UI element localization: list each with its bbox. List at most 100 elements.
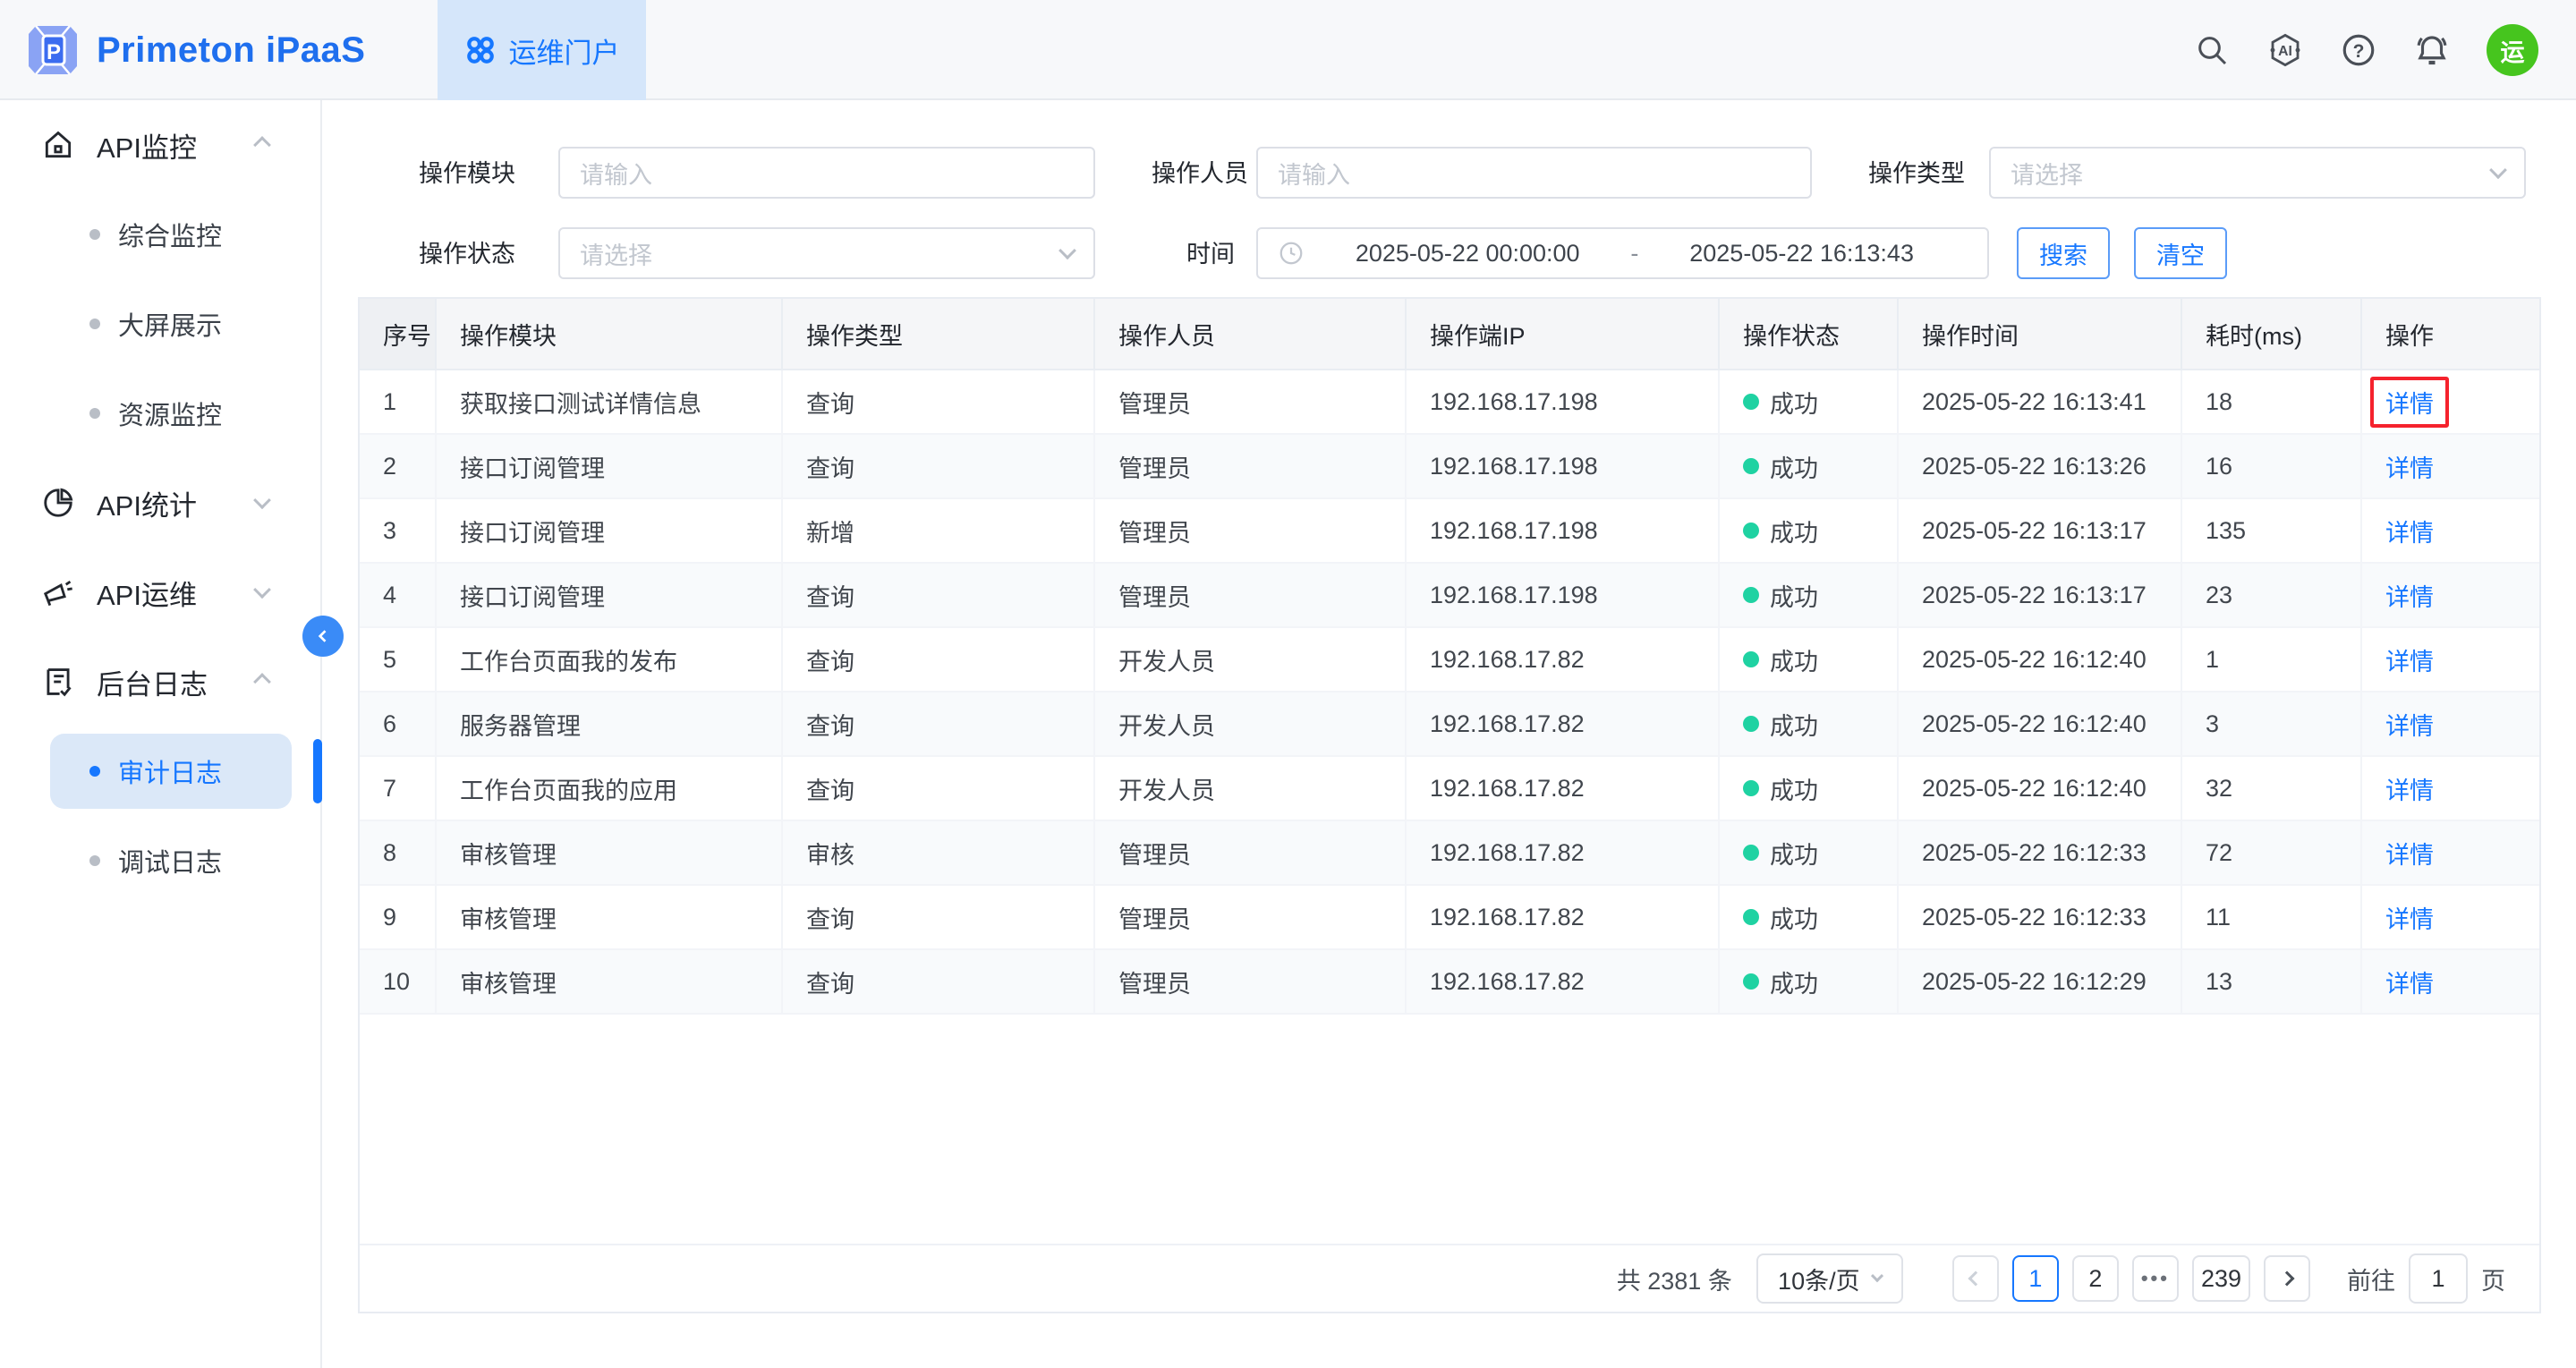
- goto-page-input[interactable]: [2409, 1253, 2468, 1304]
- detail-link[interactable]: 详情: [2385, 385, 2434, 420]
- cell-time: 2025-05-22 16:13:17: [1899, 564, 2182, 626]
- sidebar-item-audit-log[interactable]: 审计日志: [0, 726, 320, 816]
- time-end-value[interactable]: 2025-05-22 16:13:43: [1689, 240, 1914, 268]
- prev-page-button[interactable]: [1952, 1255, 1999, 1302]
- cell-module: 工作台页面我的应用: [437, 757, 783, 820]
- page-button-1[interactable]: 1: [2012, 1255, 2059, 1302]
- filter-module-input[interactable]: 请输入: [558, 147, 1095, 199]
- status-dot-icon: [1743, 523, 1759, 539]
- pie-chart-icon: [41, 486, 75, 520]
- cell-operator: 管理员: [1095, 435, 1407, 497]
- bell-icon[interactable]: [2413, 31, 2451, 69]
- sidebar-item-label: API运维: [97, 573, 197, 613]
- filter-time-label: 时间: [1127, 227, 1235, 281]
- sidebar-item-backend-logs[interactable]: 后台日志: [0, 637, 320, 726]
- page-size-select[interactable]: 10条/页: [1756, 1253, 1903, 1304]
- cell-operator: 管理员: [1095, 821, 1407, 884]
- col-time: 操作时间: [1899, 299, 2182, 369]
- detail-link[interactable]: 详情: [2385, 642, 2434, 677]
- status-dot-icon: [1743, 458, 1759, 474]
- svg-text:AI: AI: [2278, 44, 2292, 59]
- more-pages-button[interactable]: •••: [2132, 1255, 2179, 1302]
- table-header: 序号 操作模块 操作类型 操作人员 操作端IP 操作状态 操作时间 耗时(ms)…: [360, 299, 2539, 370]
- col-index: 序号: [360, 299, 437, 369]
- cell-operator: 开发人员: [1095, 628, 1407, 691]
- search-button[interactable]: 搜索: [2017, 227, 2110, 279]
- filter-status-label: 操作状态: [412, 227, 515, 281]
- sidebar-item-label: API监控: [97, 125, 197, 166]
- page-button-2[interactable]: 2: [2072, 1255, 2119, 1302]
- status-dot-icon: [1743, 716, 1759, 732]
- bullet-icon: [89, 766, 100, 777]
- portal-grid-icon: [464, 34, 497, 66]
- active-menu-indicator: [313, 739, 322, 803]
- cell-action: 详情: [2362, 692, 2539, 755]
- cell-cost: 135: [2182, 499, 2362, 562]
- detail-link[interactable]: 详情: [2385, 836, 2434, 871]
- page-button-239[interactable]: 239: [2192, 1255, 2250, 1302]
- detail-link[interactable]: 详情: [2385, 707, 2434, 742]
- detail-link[interactable]: 详情: [2385, 578, 2434, 613]
- time-separator: -: [1630, 240, 1638, 268]
- next-page-button[interactable]: [2264, 1255, 2310, 1302]
- cell-op-type: 新增: [783, 499, 1095, 562]
- filter-person-input[interactable]: 请输入: [1256, 147, 1812, 199]
- tab-ops-portal[interactable]: 运维门户: [438, 0, 646, 100]
- sidebar-item-api-ops[interactable]: API运维: [0, 548, 320, 637]
- total-count: 共 2381 条: [1617, 1262, 1732, 1296]
- bullet-icon: [89, 855, 100, 866]
- avatar[interactable]: 运: [2487, 24, 2538, 76]
- sidebar: API监控 综合监控 大屏展示 资源监控 API统计: [0, 100, 322, 1368]
- status-text: 成功: [1770, 900, 1818, 935]
- topbar-actions: AI ? 运: [2193, 0, 2576, 100]
- status-text: 成功: [1770, 578, 1818, 613]
- clear-button[interactable]: 清空: [2134, 227, 2227, 279]
- time-start-value[interactable]: 2025-05-22 00:00:00: [1356, 240, 1580, 268]
- sidebar-item-debug-log[interactable]: 调试日志: [0, 816, 320, 905]
- detail-link[interactable]: 详情: [2385, 964, 2434, 999]
- table-row: 9 审核管理 查询 管理员 192.168.17.82 成功 2025-05-2…: [360, 886, 2539, 950]
- sidebar-item-api-stats[interactable]: API统计: [0, 458, 320, 548]
- col-ip: 操作端IP: [1407, 299, 1720, 369]
- cell-operator: 开发人员: [1095, 692, 1407, 755]
- goto-label: 前往: [2347, 1262, 2395, 1296]
- cell-action: 详情: [2362, 435, 2539, 497]
- cell-op-type: 查询: [783, 564, 1095, 626]
- sidebar-item-big-screen[interactable]: 大屏展示: [0, 279, 320, 369]
- detail-link[interactable]: 详情: [2385, 514, 2434, 548]
- cell-operator: 管理员: [1095, 950, 1407, 1013]
- cell-cost: 16: [2182, 435, 2362, 497]
- sidebar-item-comprehensive-monitor[interactable]: 综合监控: [0, 190, 320, 279]
- search-icon[interactable]: [2193, 31, 2231, 69]
- detail-link[interactable]: 详情: [2385, 449, 2434, 484]
- help-icon[interactable]: ?: [2340, 31, 2377, 69]
- cell-module: 获取接口测试详情信息: [437, 370, 783, 433]
- detail-link[interactable]: 详情: [2385, 900, 2434, 935]
- filter-type-select[interactable]: 请选择: [1989, 147, 2526, 199]
- status-text: 成功: [1770, 385, 1818, 420]
- filter-status-select[interactable]: 请选择: [558, 227, 1095, 279]
- detail-link[interactable]: 详情: [2385, 771, 2434, 806]
- cell-index: 9: [360, 886, 437, 948]
- cell-time: 2025-05-22 16:13:41: [1899, 370, 2182, 433]
- cell-operator: 管理员: [1095, 886, 1407, 948]
- cell-time: 2025-05-22 16:12:40: [1899, 757, 2182, 820]
- cell-operator: 开发人员: [1095, 757, 1407, 820]
- collapse-sidebar-button[interactable]: [302, 616, 344, 657]
- cell-action: 详情: [2362, 499, 2539, 562]
- cell-action: 详情: [2362, 821, 2539, 884]
- ai-assistant-icon[interactable]: AI: [2266, 31, 2304, 69]
- cell-index: 1: [360, 370, 437, 433]
- status-text: 成功: [1770, 707, 1818, 742]
- cell-op-type: 查询: [783, 370, 1095, 433]
- logo-icon: P: [25, 22, 81, 78]
- sidebar-item-label: 资源监控: [118, 395, 222, 432]
- cell-ip: 192.168.17.82: [1407, 821, 1720, 884]
- sidebar-item-resource-monitor[interactable]: 资源监控: [0, 369, 320, 458]
- col-module: 操作模块: [437, 299, 783, 369]
- cell-status: 成功: [1720, 628, 1899, 691]
- cell-cost: 72: [2182, 821, 2362, 884]
- sidebar-item-api-monitor[interactable]: API监控: [0, 100, 320, 190]
- cell-status: 成功: [1720, 757, 1899, 820]
- filter-time-range[interactable]: 2025-05-22 00:00:00 - 2025-05-22 16:13:4…: [1256, 227, 1989, 279]
